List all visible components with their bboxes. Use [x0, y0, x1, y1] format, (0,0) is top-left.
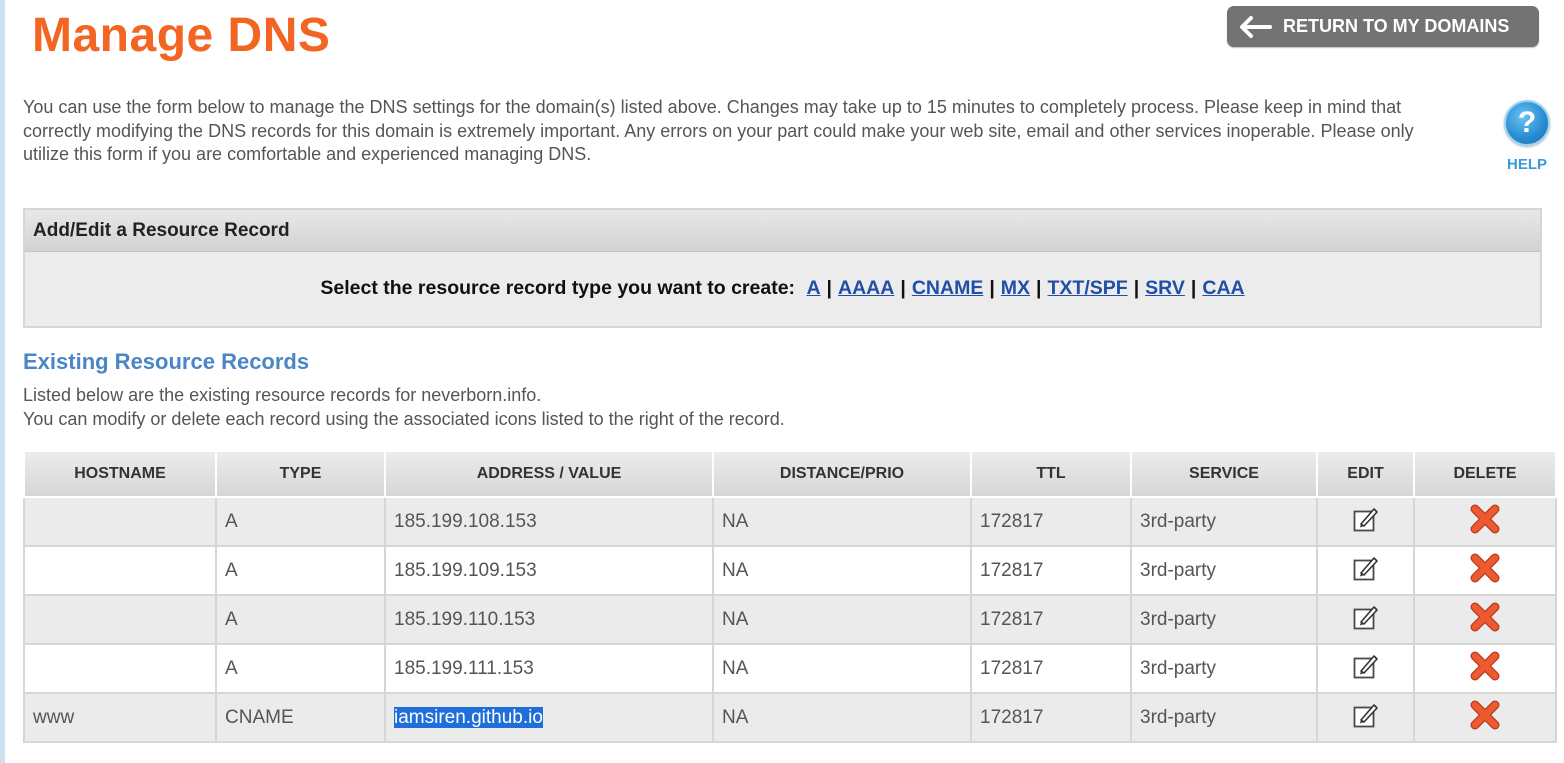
- cell-address[interactable]: iamsiren.github.io: [384, 692, 714, 743]
- table-row: A 185.199.110.153 NA 172817 3rd-party: [23, 594, 1557, 645]
- cell-distance: NA: [712, 643, 972, 694]
- delete-x-icon[interactable]: [1468, 502, 1502, 536]
- cell-distance: NA: [712, 496, 972, 547]
- cell-service: 3rd-party: [1130, 545, 1318, 596]
- cell-hostname: [23, 545, 217, 596]
- delete-x-icon[interactable]: [1468, 551, 1502, 585]
- column-header-delete: DELETE: [1413, 450, 1557, 498]
- column-header-distance: DISTANCE/PRIO: [712, 450, 972, 498]
- delete-x-icon[interactable]: [1468, 649, 1502, 683]
- column-header-edit: EDIT: [1316, 450, 1415, 498]
- cell-ttl: 172817: [970, 545, 1132, 596]
- cell-address[interactable]: 185.199.111.153: [384, 643, 714, 694]
- cell-delete: [1413, 692, 1557, 743]
- delete-x-icon[interactable]: [1468, 600, 1502, 634]
- cell-delete: [1413, 545, 1557, 596]
- cell-hostname: www: [23, 692, 217, 743]
- cell-distance: NA: [712, 692, 972, 743]
- return-to-my-domains-button[interactable]: RETURN TO MY DOMAINS: [1227, 6, 1539, 47]
- left-edge-stripe: [0, 0, 5, 763]
- table-row: A 185.199.109.153 NA 172817 3rd-party: [23, 545, 1557, 596]
- edit-pencil-icon[interactable]: [1352, 701, 1380, 729]
- cell-hostname: [23, 594, 217, 645]
- column-header-ttl: TTL: [970, 450, 1132, 498]
- help-label[interactable]: HELP: [1500, 156, 1554, 173]
- record-type-link-aaaa[interactable]: AAAA: [838, 277, 894, 299]
- address-value[interactable]: 185.199.108.153: [394, 511, 537, 532]
- add-panel-header: Add/Edit a Resource Record: [25, 210, 1540, 252]
- cell-distance: NA: [712, 594, 972, 645]
- cell-address[interactable]: 185.199.110.153: [384, 594, 714, 645]
- records-table-body: A 185.199.108.153 NA 172817 3rd-party A …: [23, 496, 1557, 743]
- record-type-link-txt-spf[interactable]: TXT/SPF: [1048, 277, 1128, 299]
- existing-desc-line-1: Listed below are the existing resource r…: [23, 385, 542, 405]
- cell-delete: [1413, 496, 1557, 547]
- address-value[interactable]: 185.199.111.153: [394, 658, 534, 679]
- record-type-link-srv[interactable]: SRV: [1145, 277, 1185, 299]
- add-edit-record-panel: Add/Edit a Resource Record Select the re…: [23, 208, 1542, 328]
- cell-ttl: 172817: [970, 692, 1132, 743]
- cell-delete: [1413, 594, 1557, 645]
- record-type-selector: Select the resource record type you want…: [320, 277, 1245, 299]
- cell-type: A: [215, 594, 386, 645]
- table-row: www CNAME iamsiren.github.io NA 172817 3…: [23, 692, 1557, 743]
- page-title: Manage DNS: [32, 9, 331, 62]
- arrow-left-icon: [1240, 15, 1272, 38]
- record-type-link-a[interactable]: A: [806, 277, 820, 299]
- record-type-prompt: Select the resource record type you want…: [320, 277, 796, 299]
- edit-pencil-icon[interactable]: [1352, 505, 1380, 533]
- cell-edit: [1316, 594, 1415, 645]
- cell-ttl: 172817: [970, 594, 1132, 645]
- existing-records-description: Listed below are the existing resource r…: [23, 383, 785, 431]
- delete-x-icon[interactable]: [1468, 698, 1502, 732]
- help-link[interactable]: ? HELP: [1500, 100, 1554, 173]
- cell-hostname: [23, 643, 217, 694]
- column-header-address: ADDRESS / VALUE: [384, 450, 714, 498]
- cell-delete: [1413, 643, 1557, 694]
- cell-service: 3rd-party: [1130, 594, 1318, 645]
- address-value[interactable]: iamsiren.github.io: [394, 706, 543, 728]
- column-header-service: SERVICE: [1130, 450, 1318, 498]
- cell-type: A: [215, 496, 386, 547]
- cell-ttl: 172817: [970, 496, 1132, 547]
- records-table: HOSTNAME TYPE ADDRESS / VALUE DISTANCE/P…: [23, 450, 1557, 743]
- record-type-link-cname[interactable]: CNAME: [912, 277, 984, 299]
- record-type-link-caa[interactable]: CAA: [1202, 277, 1244, 299]
- cell-distance: NA: [712, 545, 972, 596]
- edit-pencil-icon[interactable]: [1352, 652, 1380, 680]
- edit-pencil-icon[interactable]: [1352, 554, 1380, 582]
- column-header-type: TYPE: [215, 450, 386, 498]
- record-type-link-mx[interactable]: MX: [1001, 277, 1030, 299]
- cell-edit: [1316, 692, 1415, 743]
- cell-address[interactable]: 185.199.109.153: [384, 545, 714, 596]
- cell-edit: [1316, 545, 1415, 596]
- edit-pencil-icon[interactable]: [1352, 603, 1380, 631]
- existing-records-title: Existing Resource Records: [23, 349, 310, 374]
- cell-service: 3rd-party: [1130, 643, 1318, 694]
- cell-service: 3rd-party: [1130, 496, 1318, 547]
- cell-type: A: [215, 545, 386, 596]
- table-row: A 185.199.108.153 NA 172817 3rd-party: [23, 496, 1557, 547]
- table-header-row: HOSTNAME TYPE ADDRESS / VALUE DISTANCE/P…: [23, 450, 1557, 498]
- cell-type: A: [215, 643, 386, 694]
- cell-ttl: 172817: [970, 643, 1132, 694]
- return-button-label: RETURN TO MY DOMAINS: [1283, 16, 1510, 36]
- column-header-hostname: HOSTNAME: [23, 450, 217, 498]
- help-question-icon[interactable]: ?: [1504, 100, 1550, 146]
- address-value[interactable]: 185.199.110.153: [394, 609, 535, 630]
- cell-type: CNAME: [215, 692, 386, 743]
- cell-edit: [1316, 496, 1415, 547]
- cell-edit: [1316, 643, 1415, 694]
- cell-address[interactable]: 185.199.108.153: [384, 496, 714, 547]
- existing-desc-line-2: You can modify or delete each record usi…: [23, 409, 785, 429]
- intro-text: You can use the form below to manage the…: [23, 97, 1414, 164]
- address-value[interactable]: 185.199.109.153: [394, 560, 537, 581]
- cell-hostname: [23, 496, 217, 547]
- cell-service: 3rd-party: [1130, 692, 1318, 743]
- table-row: A 185.199.111.153 NA 172817 3rd-party: [23, 643, 1557, 694]
